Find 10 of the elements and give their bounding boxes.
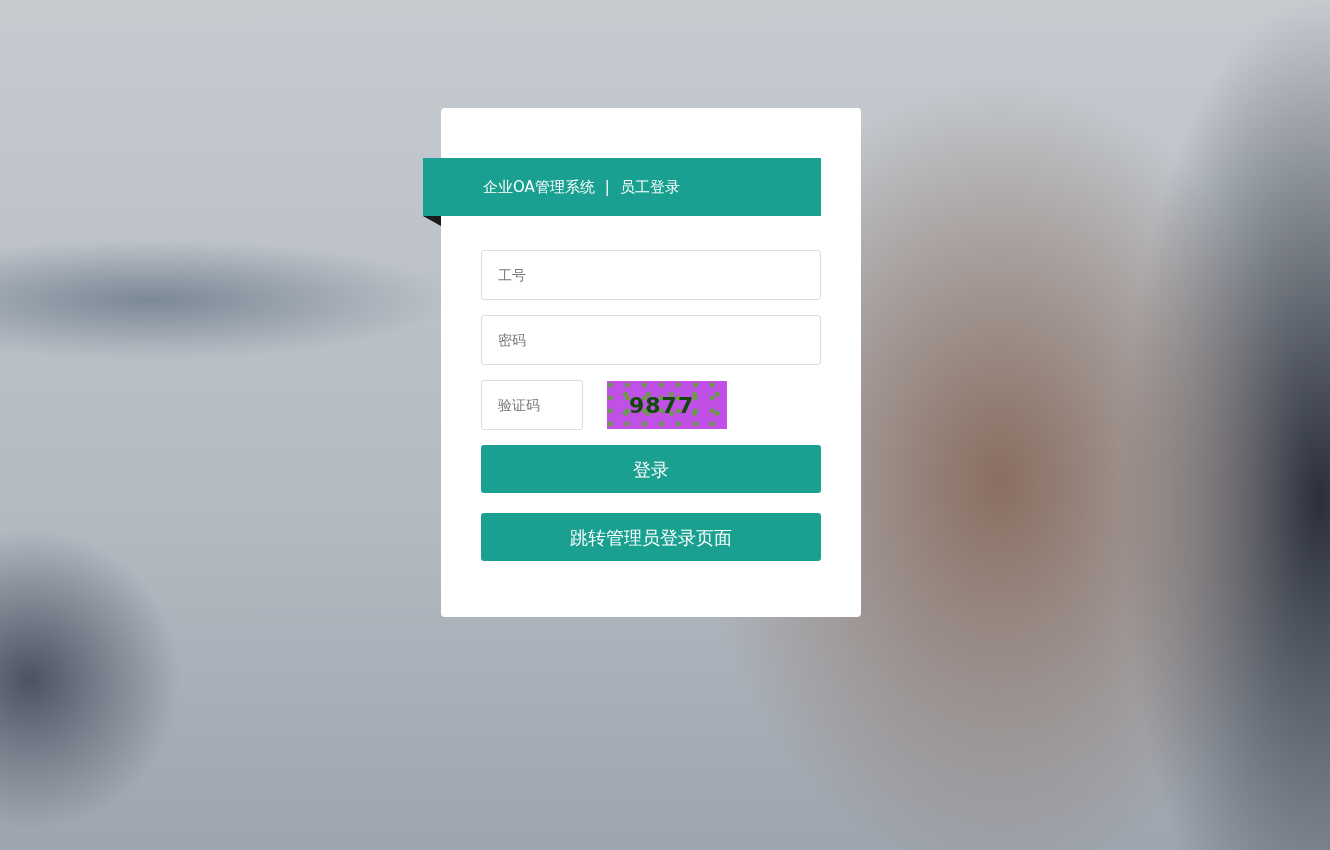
page-title: 员工登录 xyxy=(619,176,680,198)
ribbon-fold xyxy=(423,216,441,226)
login-button[interactable]: 登录 xyxy=(481,445,821,493)
employee-id-field[interactable]: 工号 xyxy=(481,250,821,300)
password-field[interactable]: 密码 xyxy=(481,315,821,365)
admin-login-button[interactable]: 跳转管理员登录页面 xyxy=(481,513,821,561)
separator: | xyxy=(604,176,610,198)
system-name: 企业OA管理系统 xyxy=(483,176,595,198)
captcha-field[interactable]: 验证码 xyxy=(481,380,583,430)
captcha-image[interactable]: 9877 xyxy=(607,381,727,429)
